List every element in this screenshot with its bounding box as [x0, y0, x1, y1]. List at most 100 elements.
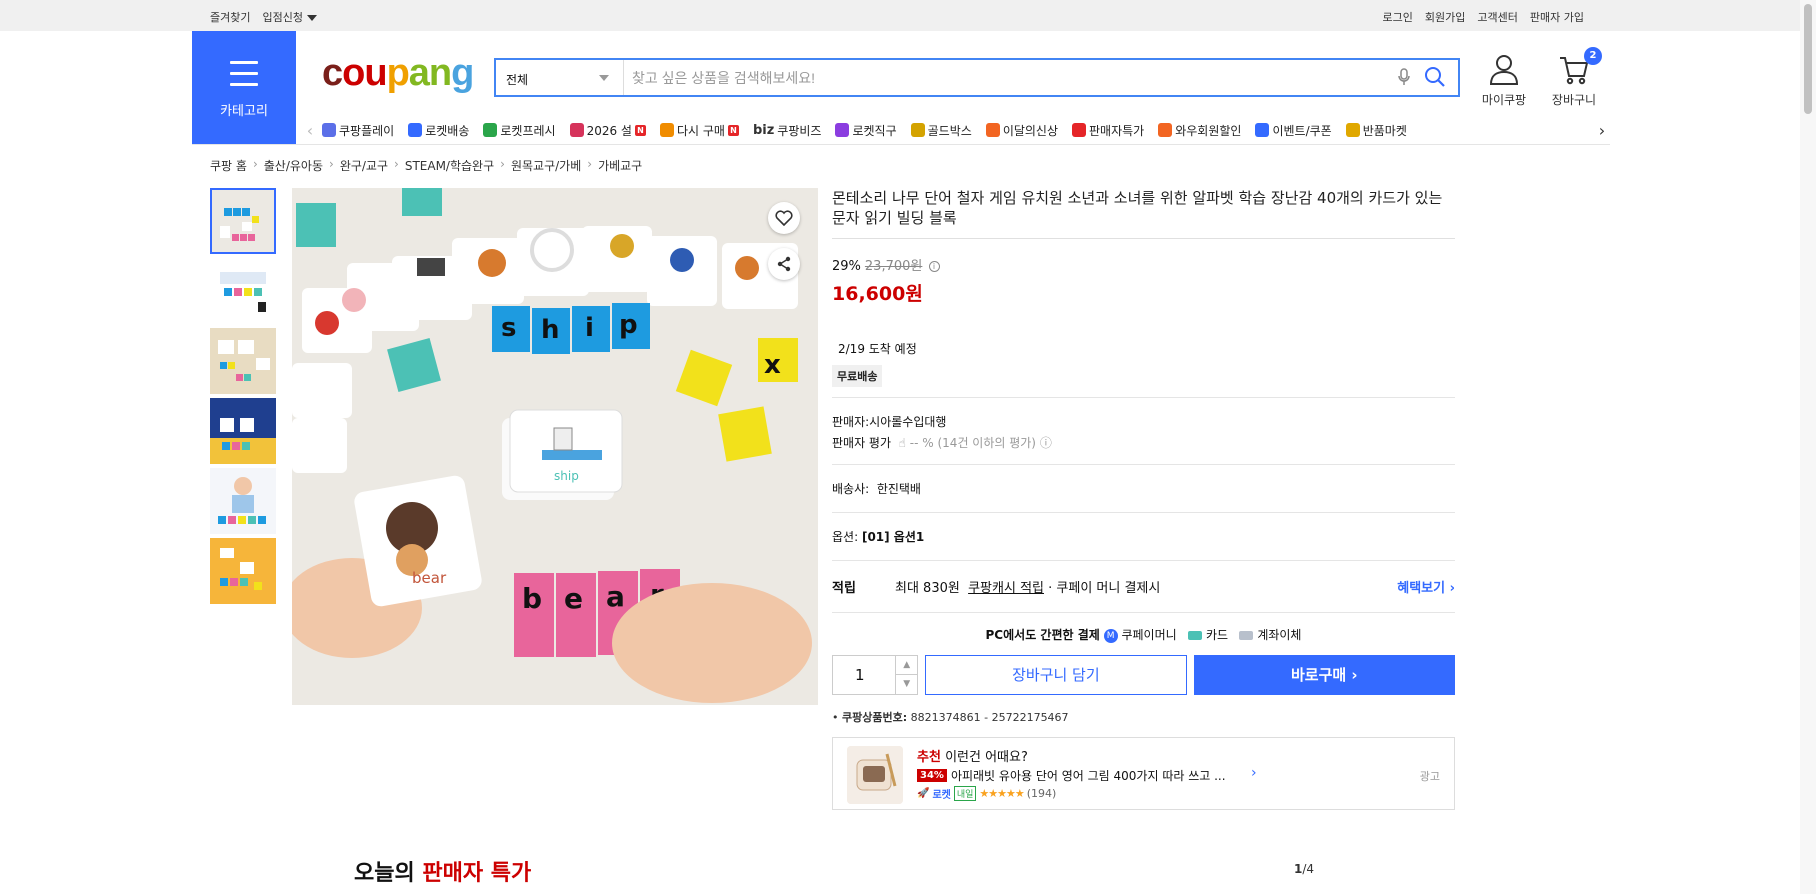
seller-signup-link[interactable]: 판매자 가입	[1530, 9, 1584, 25]
reward-amount: 최대 830원	[895, 581, 960, 596]
recommend-desc: 34% 아피래빗 유아용 단어 영어 그림 400가지 따라 쓰고 ...	[917, 767, 1226, 784]
chevron-right-icon: ›	[394, 157, 399, 171]
chevron-left-icon[interactable]: ‹	[302, 121, 318, 140]
option-value[interactable]: [01] 옵션1	[862, 530, 924, 544]
gnb-item[interactable]: biz 쿠팡비즈	[753, 122, 822, 139]
coupang-cash-link[interactable]: 쿠팡캐시 적립	[968, 577, 1044, 596]
chevron-down-icon[interactable]: ▼	[895, 675, 917, 694]
cart-count-badge: 2	[1584, 47, 1602, 65]
svg-text:p: p	[619, 310, 638, 340]
microphone-icon[interactable]	[1398, 68, 1410, 89]
delivery-section: 2/19 도착 예정 무료배송	[832, 340, 1455, 398]
goldbox-icon	[910, 123, 925, 137]
gnb-item[interactable]: 쿠팡플레이	[322, 122, 394, 139]
breadcrumb-item[interactable]: 가베교구	[598, 157, 642, 174]
recommend-ad-box[interactable]: 추천 이런건 어때요? 34% 아피래빗 유아용 단어 영어 그림 400가지 따…	[832, 737, 1455, 810]
wishlist-button[interactable]	[768, 202, 800, 234]
scrollbar-thumb[interactable]	[1804, 4, 1812, 114]
thumbs-up-icon: ☝	[898, 436, 906, 450]
chevron-right-icon: ›	[500, 157, 505, 171]
recommend-product-name[interactable]: 아피래빗 유아용 단어 영어 그림 400가지 따라 쓰고 ...	[951, 767, 1226, 784]
info-icon[interactable]: i	[928, 261, 940, 272]
recommend-meta: 🚀 로켓 내일 ★★★★★ (194)	[917, 786, 1056, 801]
ship-company: 한진택배	[876, 482, 921, 496]
chevron-up-icon[interactable]: ▲	[895, 656, 918, 675]
add-to-cart-button[interactable]: 장바구니 담기	[925, 655, 1187, 695]
seller-label: 판매자:	[832, 415, 870, 429]
arrival-date: 2/19 도착 예정	[838, 342, 917, 356]
buy-now-button[interactable]: 바로구매 ›	[1193, 655, 1455, 695]
seller-rating-value: -- % (14건 이하의 평가)	[909, 436, 1036, 450]
thumbnail-1[interactable]	[210, 188, 276, 254]
signup-link[interactable]: 회원가입	[1425, 9, 1465, 25]
page-scrollbar[interactable]	[1800, 0, 1816, 894]
logo-part: g	[451, 52, 474, 94]
rocket-label: 로켓	[932, 790, 951, 801]
option-section: 옵션: [01] 옵션1	[832, 513, 1455, 561]
gnb-item[interactable]: 로켓배송	[408, 122, 469, 139]
info-icon[interactable]: ⓘ	[1040, 436, 1052, 450]
product-number-value: 8821374861 - 25722175467	[910, 711, 1069, 724]
gnb-item[interactable]: 판매자특가	[1072, 122, 1144, 139]
customer-center-link[interactable]: 고객센터	[1477, 9, 1517, 25]
breadcrumb-item[interactable]: 완구/교구	[340, 157, 388, 174]
rebuy-icon	[659, 123, 674, 137]
thumbnail-3[interactable]	[210, 328, 276, 394]
gnb-item[interactable]: 2026 설N	[569, 122, 646, 139]
breadcrumb-item[interactable]: 쿠팡 홈	[210, 157, 247, 174]
pay-money: 쿠페이머니	[1121, 628, 1177, 642]
reward-section: 적립 최대 830원 쿠팡캐시 적립 · 쿠페이 머니 결제시 혜택보기 ›	[832, 561, 1455, 613]
search-category-select[interactable]: 전체	[496, 60, 624, 95]
return-market-icon	[1345, 123, 1360, 137]
ship-label: 배송사:	[832, 482, 870, 496]
gnb-item[interactable]: 이벤트/쿠폰	[1255, 122, 1332, 139]
breadcrumb-item[interactable]: 출산/유아동	[264, 157, 323, 174]
bookmark-link[interactable]: 즐겨찾기	[210, 9, 250, 25]
chevron-right-icon[interactable]: ›	[1594, 121, 1610, 140]
gnb-item[interactable]: 로켓직구	[835, 122, 897, 139]
quantity-stepper[interactable]: 1 ▲ ▼	[832, 655, 919, 695]
gnb-item-label: 와우회원할인	[1175, 123, 1242, 138]
breadcrumb-item[interactable]: 원목교구/가베	[511, 157, 581, 174]
top-utility-bar: 즐겨찾기 입점신청 로그인 회원가입 고객센터 판매자 가입	[0, 0, 1800, 31]
cart-button[interactable]: 2 장바구니	[1544, 47, 1604, 107]
percent-icon	[1072, 123, 1087, 137]
rocket-icon: 🚀	[917, 788, 930, 799]
recommend-discount-badge: 34%	[917, 769, 947, 782]
chevron-right-icon[interactable]: ›	[1251, 765, 1257, 781]
breadcrumb-item[interactable]: STEAM/학습완구	[405, 157, 494, 174]
quantity-value[interactable]: 1	[855, 666, 865, 684]
gnb-item-label: 로켓직구	[852, 123, 897, 138]
gnb-item[interactable]: 와우회원할인	[1158, 122, 1241, 139]
product-main-image[interactable]: s h i p x ship bear b e a r	[292, 188, 818, 705]
login-link[interactable]: 로그인	[1383, 9, 1413, 25]
ad-label: 광고	[1419, 770, 1440, 783]
category-menu-button[interactable]: 카테고리	[192, 31, 296, 145]
user-icon	[1489, 55, 1519, 85]
option-label: 옵션:	[832, 530, 859, 544]
vendor-apply-dropdown[interactable]: 입점신청	[262, 9, 317, 25]
discount-rate: 29%	[832, 259, 861, 274]
gnb-item[interactable]: 로켓프레시	[483, 122, 556, 139]
gnb-item[interactable]: 다시 구매 N	[659, 122, 739, 139]
gnb-item[interactable]: 반품마켓	[1345, 122, 1407, 139]
gnb-item[interactable]: 골드박스	[910, 122, 972, 139]
svg-text:h: h	[541, 315, 560, 345]
price-row: 29% 23,700원 i	[832, 255, 1455, 274]
coupang-logo[interactable]: coupang	[322, 52, 474, 95]
gnb-item[interactable]: 이달의신상	[985, 122, 1059, 139]
search-input[interactable]	[632, 66, 1372, 89]
share-button[interactable]	[768, 248, 800, 280]
benefits-link[interactable]: 혜택보기 ›	[1397, 577, 1455, 596]
free-shipping-badge: 무료배송	[832, 365, 883, 387]
mycoupang-button[interactable]: 마이쿠팡	[1474, 54, 1534, 107]
search-icon[interactable]	[1424, 66, 1446, 91]
thumbnail-4[interactable]	[210, 398, 276, 464]
seller-name[interactable]: 시아롤수입대행	[869, 415, 946, 429]
thumbnail-6[interactable]	[210, 538, 276, 604]
gnb-item-label: 이달의신상	[1002, 123, 1059, 138]
thumbnail-5[interactable]	[210, 468, 276, 534]
star-rating: ★★★★★	[979, 787, 1024, 800]
reward-label: 적립	[832, 581, 856, 596]
thumbnail-2[interactable]	[210, 258, 276, 324]
